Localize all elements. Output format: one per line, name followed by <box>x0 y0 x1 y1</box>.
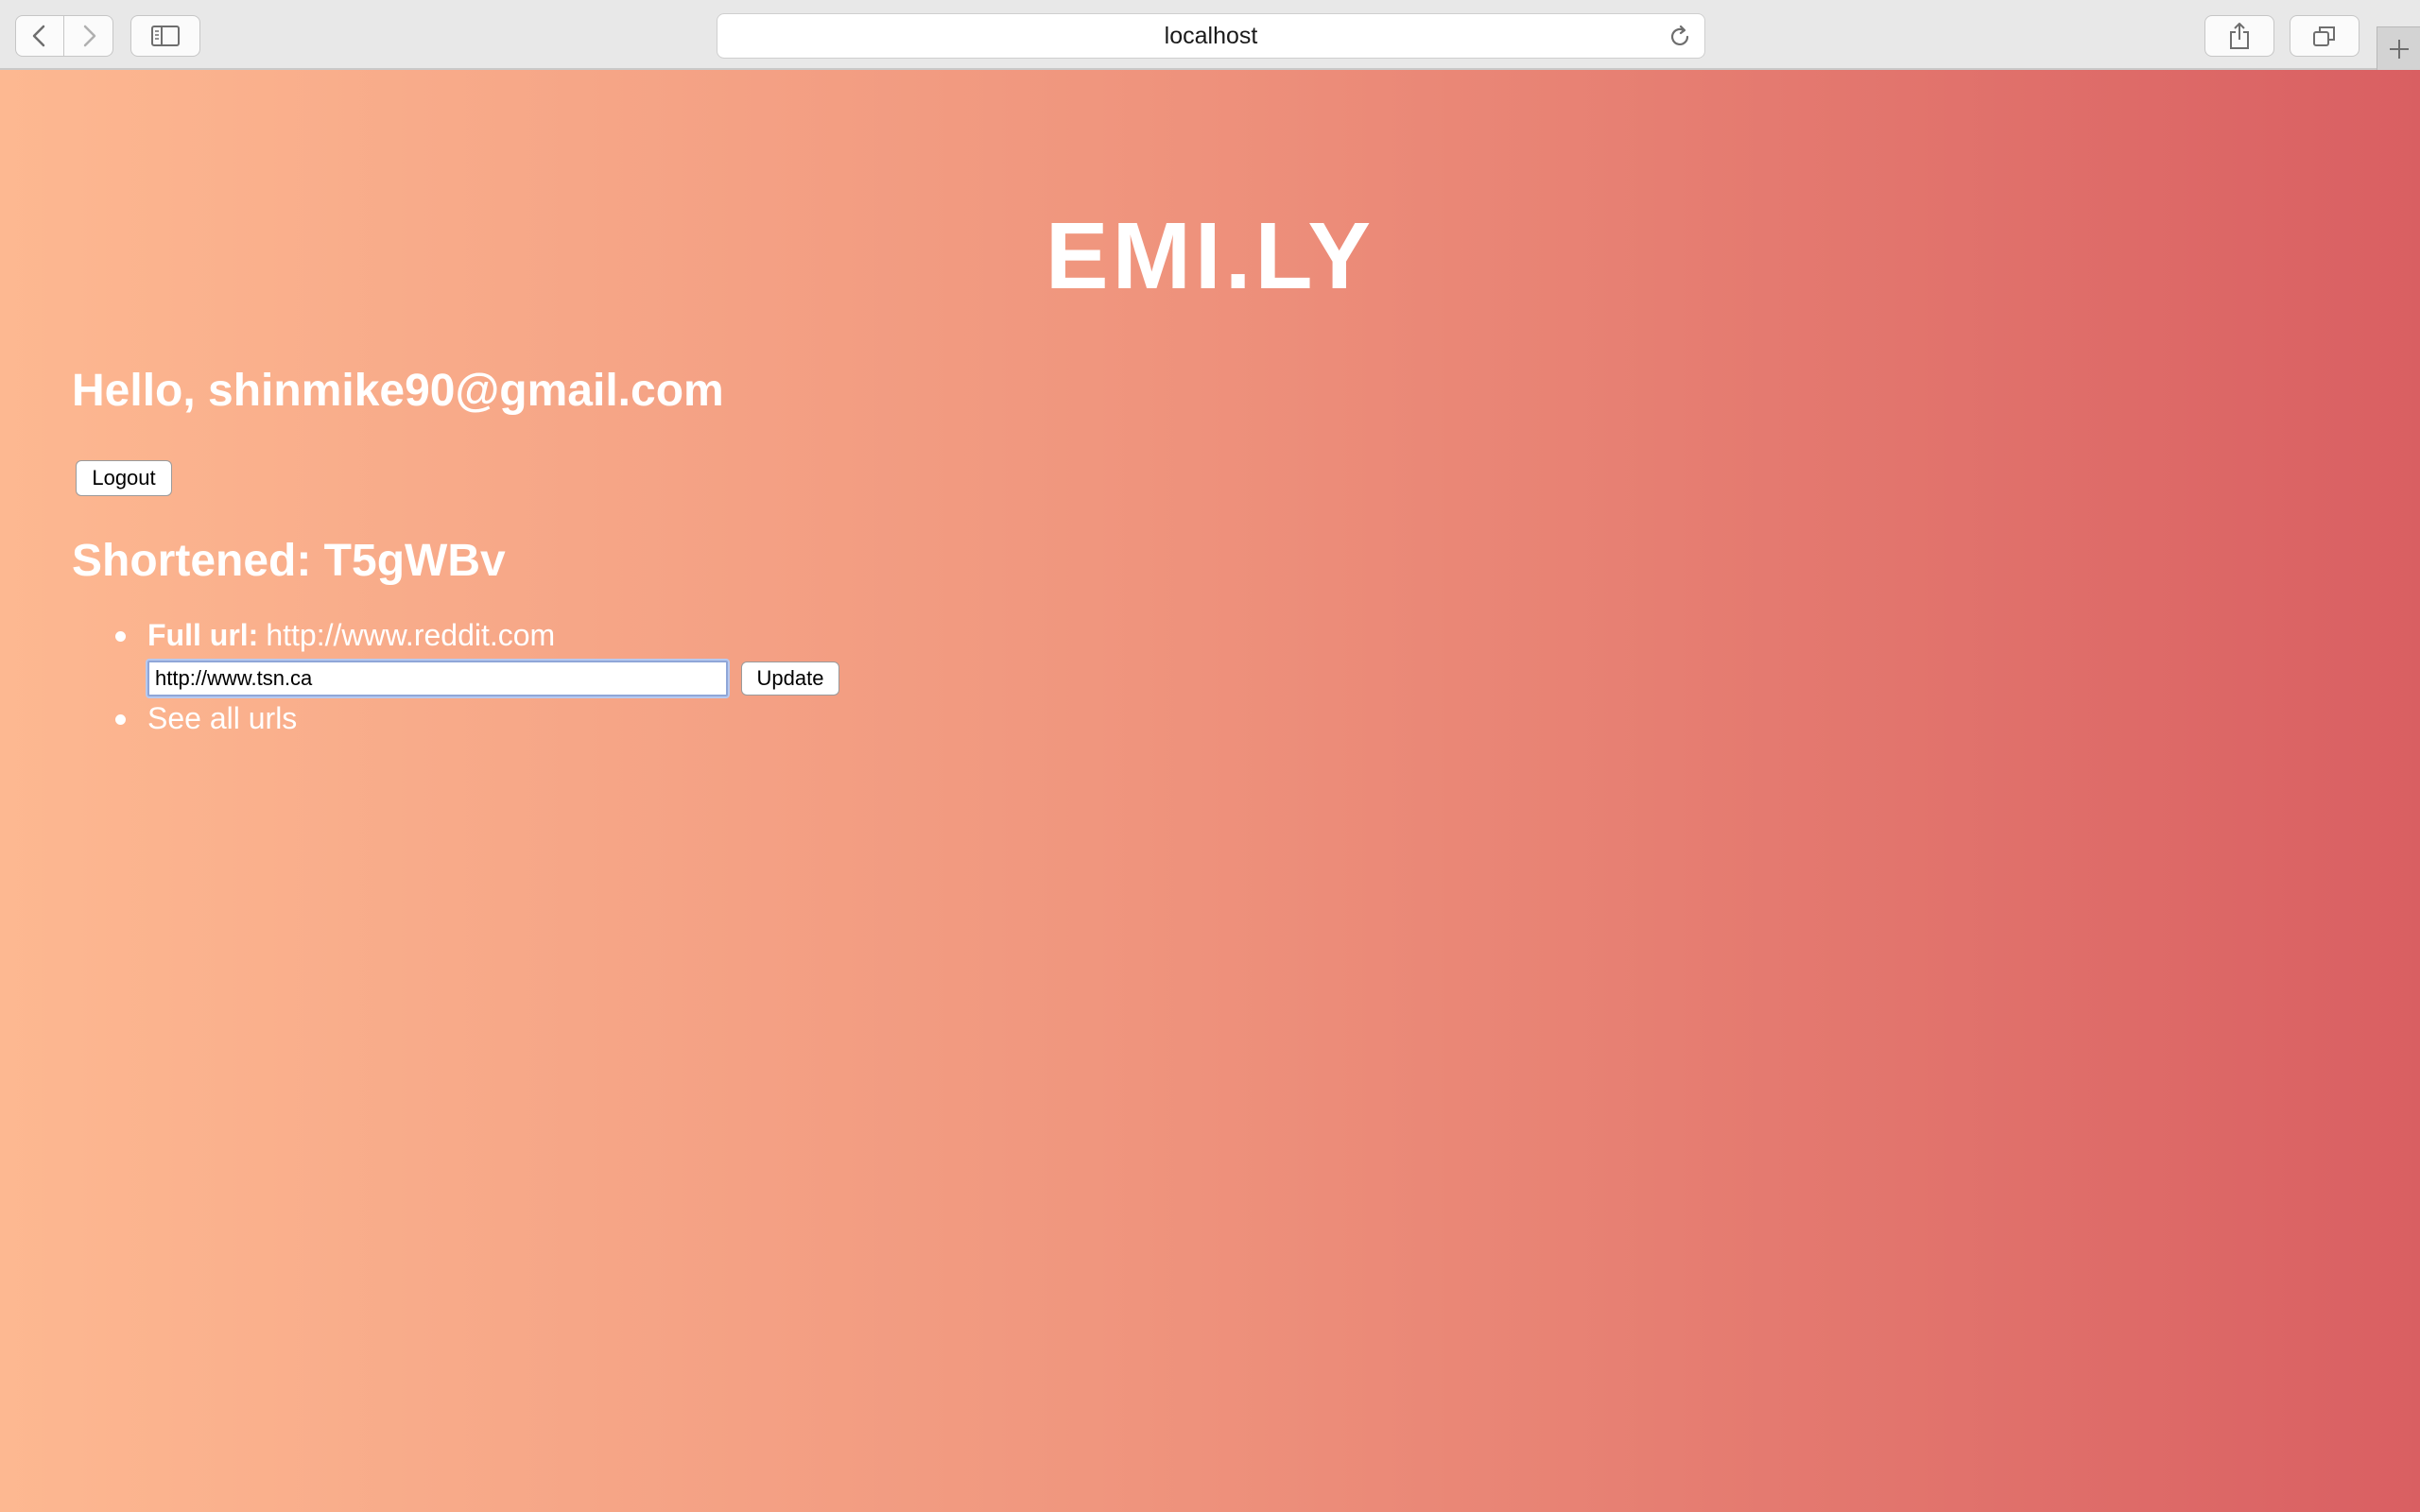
share-button[interactable] <box>2204 15 2274 57</box>
tabs-icon <box>2313 26 2335 46</box>
list-item: See all urls <box>115 701 839 741</box>
chevron-right-icon <box>83 25 95 47</box>
browser-toolbar: localhost <box>0 0 2420 70</box>
sidebar-toggle-button[interactable] <box>130 15 200 57</box>
forward-button[interactable] <box>64 15 113 57</box>
greeting-heading: Hello, shinmike90@gmail.com <box>72 366 724 416</box>
list-item: Full url:http://www.reddit.com Update <box>115 618 839 699</box>
address-text: localhost <box>1164 22 1258 49</box>
update-button[interactable]: Update <box>741 662 839 696</box>
nav-button-group <box>15 15 113 57</box>
brand-title: EMI.LY <box>1045 203 1375 309</box>
bullet <box>115 714 126 725</box>
reload-icon <box>1670 25 1689 45</box>
address-bar[interactable]: localhost <box>717 13 1705 59</box>
full-url-row: Full url: http://www.reddit.com <box>115 618 839 658</box>
full-url-link[interactable]: http://www.reddit.com <box>266 618 555 652</box>
url-detail-list: Full url:http://www.reddit.com Update Se… <box>115 618 839 741</box>
sidebar-icon <box>151 26 180 46</box>
chevron-left-icon <box>32 25 45 47</box>
back-button[interactable] <box>15 15 64 57</box>
shortened-heading: Shortened: T5gWBv <box>72 536 506 586</box>
new-tab-button[interactable] <box>2377 26 2420 70</box>
full-url-label: Full url: <box>147 618 259 652</box>
edit-url-form: Update <box>147 658 839 699</box>
tabs-overview-button[interactable] <box>2290 15 2360 57</box>
long-url-input[interactable] <box>147 661 728 696</box>
bullet <box>115 631 126 642</box>
see-all-row: See all urls <box>115 701 839 741</box>
logout-button[interactable]: Logout <box>76 460 172 496</box>
see-all-urls-link[interactable]: See all urls <box>147 701 297 735</box>
plus-icon <box>2389 39 2409 59</box>
reload-button[interactable] <box>1665 22 1695 52</box>
share-icon <box>2230 23 2249 49</box>
page-content: EMI.LY Hello, shinmike90@gmail.com Logou… <box>0 70 2420 1512</box>
